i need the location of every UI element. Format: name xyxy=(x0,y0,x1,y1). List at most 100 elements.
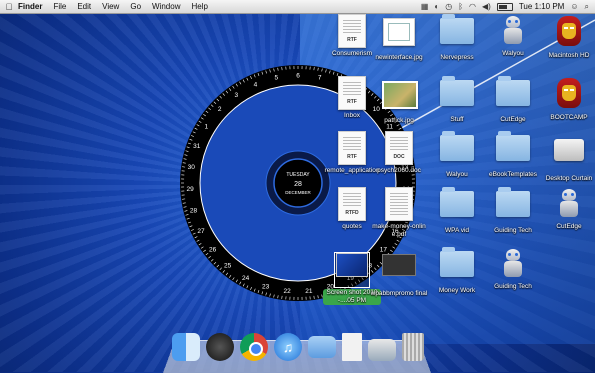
menu-window[interactable]: Window xyxy=(152,2,180,11)
disk-image-icon xyxy=(552,139,586,173)
menu-file[interactable]: File xyxy=(53,2,66,11)
preview-icon[interactable] xyxy=(368,339,396,361)
desktop-icon-label: Walyou xyxy=(484,50,542,58)
pdf-document-icon xyxy=(382,187,416,221)
desktop-icon-wpabbmpromo-final[interactable]: wpabbmpromo final xyxy=(370,247,428,298)
clock-date-number: 7 xyxy=(318,75,322,82)
desktop-icon-label: wpabbmpromo final xyxy=(370,290,428,298)
folder-icon xyxy=(440,135,474,169)
desktop-icon-wpa-vid[interactable]: WPA vid xyxy=(428,187,486,235)
desktop-icon-label: Stuff xyxy=(428,116,486,124)
finder-icon[interactable] xyxy=(172,333,200,361)
desktop-icon-money-work[interactable]: Money Work xyxy=(428,247,486,295)
folder-icon xyxy=(440,18,474,52)
menu-view[interactable]: View xyxy=(102,2,119,11)
desktop-icon-bootcamp[interactable]: BOOTCAMP xyxy=(540,76,595,122)
clock-date: 28 xyxy=(294,181,302,188)
desktop-icon-newinterface-jpg[interactable]: newinterface.jpg xyxy=(370,14,428,62)
desktop-icon-label: CutEdge xyxy=(540,223,595,231)
clock-date-number: 26 xyxy=(209,247,217,254)
chrome-icon[interactable] xyxy=(240,333,268,361)
desktop-icon-label: patrick.jpg xyxy=(370,117,428,125)
desktop-icon-label: newinterface.jpg xyxy=(370,54,428,62)
clock-date-number: 24 xyxy=(242,275,250,282)
ironman-drive-icon xyxy=(552,16,586,50)
desktop-icon-label: Desktop Curtain xyxy=(540,175,595,183)
desktop-icon-cutedge[interactable]: CutEdge xyxy=(484,76,542,124)
dashboard-icon[interactable] xyxy=(206,333,234,361)
document-icon: DOC xyxy=(382,131,416,165)
desktop-icon-desktop-curtain[interactable]: Desktop Curtain xyxy=(540,131,595,183)
itunes-icon[interactable]: ♫ xyxy=(274,333,302,361)
screenshot-file-icon xyxy=(335,253,369,287)
desktop-icon-label: Money Work xyxy=(428,287,486,295)
desktop-icon-guiding-tech[interactable]: Guiding Tech xyxy=(484,187,542,235)
desktop-icon-macintosh-hd[interactable]: Macintosh HD xyxy=(540,14,595,60)
sync-icon[interactable]: ◐ xyxy=(434,2,439,11)
menubar-clock[interactable]: Tue 1:10 PM xyxy=(519,2,565,11)
desktop-icon-label: make-money-online.pdf xyxy=(370,223,428,239)
document-icon: RTF xyxy=(335,14,369,48)
menu-go[interactable]: Go xyxy=(130,2,141,11)
desktop-icon-label: Guiding Tech xyxy=(484,227,542,235)
desktop-icon-cutedge[interactable]: CutEdge xyxy=(540,187,595,231)
clock-date-number: 21 xyxy=(305,288,313,295)
apple-menu-icon[interactable]:  xyxy=(0,2,18,12)
photo-icon xyxy=(382,81,416,115)
clock-date-number: 23 xyxy=(262,284,270,291)
folder-icon xyxy=(440,191,474,225)
desktop-icon-patrick-jpg[interactable]: patrick.jpg xyxy=(370,76,428,125)
menu-finder[interactable]: Finder xyxy=(18,2,42,11)
desktop-icon-stuff[interactable]: Stuff xyxy=(428,76,486,124)
clock-date-number: 29 xyxy=(187,186,195,193)
desktop-icon-label: WPA vid xyxy=(428,227,486,235)
robot-app-icon xyxy=(552,187,586,221)
volume-icon[interactable]: ◀) xyxy=(482,2,491,11)
video-file-icon xyxy=(382,254,416,288)
document-icon: RTFD xyxy=(335,187,369,221)
image-file-icon xyxy=(382,18,416,52)
folder-icon xyxy=(496,135,530,169)
clock-date-number: 31 xyxy=(193,143,201,150)
user-icon[interactable]: ☺ xyxy=(570,2,578,11)
desktop-icon-walyou[interactable]: Walyou xyxy=(428,131,486,179)
clock-day: TUESDAY xyxy=(286,172,310,178)
desktop-icon-make-money-online-pdf[interactable]: make-money-online.pdf xyxy=(370,187,428,239)
folder-icon xyxy=(440,80,474,114)
clock-date-number: 30 xyxy=(188,164,196,171)
documents-stack-icon[interactable] xyxy=(342,333,362,361)
desktop-icon-label: Walyou xyxy=(428,171,486,179)
folder-icon xyxy=(496,191,530,225)
desktop-icon-ebooktemplates[interactable]: eBookTemplates xyxy=(484,131,542,179)
clock-menu-icon[interactable]: ◷ xyxy=(445,2,452,11)
desktop-icon-walyou[interactable]: Walyou xyxy=(484,14,542,58)
clock-date-number: 2 xyxy=(218,106,222,113)
desktop-icon-guiding-tech[interactable]: Guiding Tech xyxy=(484,247,542,291)
desktop-icon-psych2060-doc[interactable]: DOC psych2060.doc xyxy=(370,131,428,175)
menu-edit[interactable]: Edit xyxy=(77,2,91,11)
menu-bar:  Finder File Edit View Go Window Help ▦… xyxy=(0,0,595,14)
desktop-icon-label: BOOTCAMP xyxy=(540,114,595,122)
battery-icon[interactable] xyxy=(497,3,513,11)
robot-app-icon xyxy=(496,247,530,281)
clock-month: DECEMBER xyxy=(285,190,311,195)
clock-date-number: 4 xyxy=(254,81,258,88)
clock-date-number: 22 xyxy=(283,288,291,295)
bluetooth-icon[interactable]: ᛒ xyxy=(458,2,463,11)
desktop-icon-label: Nervepress xyxy=(428,54,486,62)
desktop-icon-label: CutEdge xyxy=(484,116,542,124)
spotlight-search-icon[interactable]: ⌕ xyxy=(585,2,589,12)
clock-date-number: 25 xyxy=(224,262,232,269)
clock-date-number: 3 xyxy=(234,92,238,99)
trash-icon[interactable] xyxy=(402,333,424,361)
desktop-icon-label: Macintosh HD xyxy=(540,52,595,60)
desktop-icon-nervepress[interactable]: Nervepress xyxy=(428,14,486,62)
desktop-icon-label: psych2060.doc xyxy=(370,167,428,175)
applications-folder-icon[interactable] xyxy=(308,336,336,358)
folder-icon xyxy=(440,251,474,285)
wifi-icon[interactable]: ◠ xyxy=(469,2,476,11)
clock-date-number: 1 xyxy=(205,123,209,130)
grid-menu-icon[interactable]: ▦ xyxy=(421,2,429,11)
menu-help[interactable]: Help xyxy=(191,2,207,11)
desktop-icon-label: eBookTemplates xyxy=(484,171,542,179)
